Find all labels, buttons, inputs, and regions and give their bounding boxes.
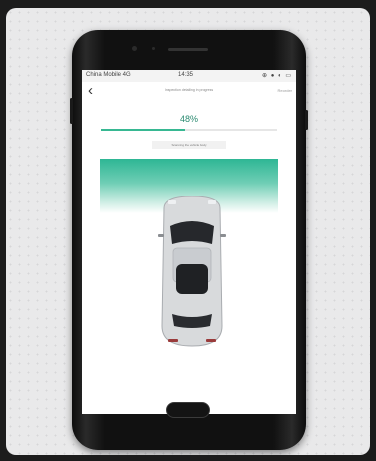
sensor-icon xyxy=(152,47,155,50)
page-title: Inspection detailing in progress xyxy=(164,88,214,92)
carrier-label: China Mobile 4G xyxy=(86,72,131,78)
status-icons: ⊕ ● ◐ ▭ xyxy=(262,73,292,79)
car-top-view-icon xyxy=(158,196,226,347)
front-camera-icon xyxy=(132,46,137,51)
navigation-bar: ‹ Inspection detailing in progress Reord… xyxy=(82,82,296,102)
back-arrow-icon[interactable]: ‹ xyxy=(88,83,93,99)
earpiece-speaker xyxy=(168,48,208,51)
scan-step-label: Scanning the vehicle body xyxy=(152,141,226,149)
phone-screen: China Mobile 4G 14:35 ⊕ ● ◐ ▭ ‹ Inspecti… xyxy=(82,70,296,414)
status-bar: China Mobile 4G 14:35 ⊕ ● ◐ ▭ xyxy=(82,70,296,82)
progress-bar-fill xyxy=(101,129,186,131)
phone-frame: China Mobile 4G 14:35 ⊕ ● ◐ ▭ ‹ Inspecti… xyxy=(70,30,308,450)
power-button xyxy=(305,110,308,130)
progress-bar xyxy=(101,129,277,131)
reorder-button[interactable]: Reorder xyxy=(278,88,292,93)
home-button[interactable] xyxy=(166,402,210,418)
clock-label: 14:35 xyxy=(178,72,194,78)
progress-percent: 48% xyxy=(179,114,198,124)
volume-button xyxy=(70,98,73,124)
screenshot-background: China Mobile 4G 14:35 ⊕ ● ◐ ▭ ‹ Inspecti… xyxy=(6,8,370,455)
